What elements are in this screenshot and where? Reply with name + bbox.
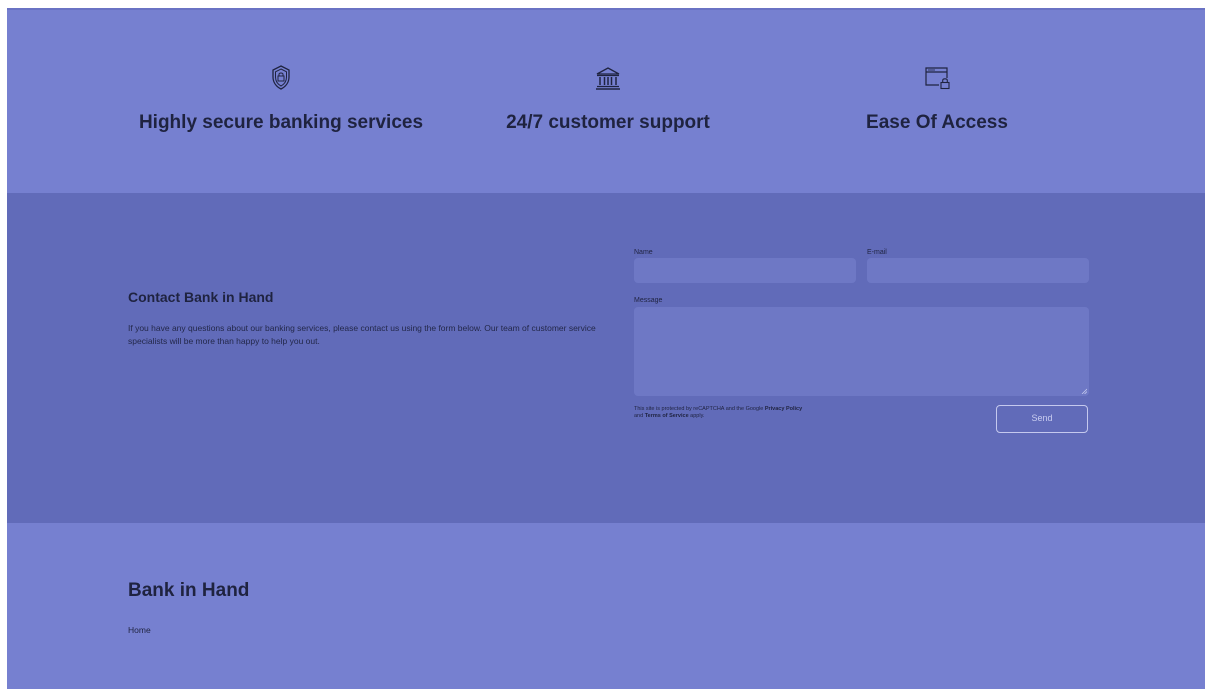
notice-text: apply. — [688, 413, 705, 419]
footer-brand: Bank in Hand — [128, 580, 250, 601]
message-field[interactable] — [634, 307, 1089, 396]
footer: Bank in Hand Home — [7, 523, 1205, 689]
notice-text: and — [634, 413, 645, 419]
message-label: Message — [634, 297, 663, 304]
name-label: Name — [634, 249, 653, 256]
footer-link-home[interactable]: Home — [128, 625, 151, 635]
bank-building-icon — [596, 67, 620, 90]
feature-title: Highly secure banking services — [138, 112, 424, 133]
feature-title: 24/7 customer support — [506, 112, 710, 133]
privacy-policy-link[interactable]: Privacy Policy — [765, 406, 802, 412]
email-field[interactable] — [867, 258, 1089, 283]
contact-section: Contact Bank in Hand If you have any que… — [7, 193, 1205, 523]
browser-lock-icon — [925, 67, 950, 90]
send-button[interactable]: Send — [996, 405, 1088, 433]
contact-heading: Contact Bank in Hand — [128, 289, 274, 305]
features-section: Highly secure banking services 24/7 cust… — [7, 8, 1205, 193]
page-frame: Highly secure banking services 24/7 cust… — [7, 8, 1205, 689]
notice-text: This site is protected by reCAPTCHA and … — [634, 406, 765, 412]
contact-description: If you have any questions about our bank… — [128, 323, 596, 346]
feature-secure: Highly secure banking services — [128, 64, 434, 134]
shield-lock-icon — [272, 65, 290, 90]
feature-access: Ease Of Access — [863, 64, 1011, 134]
name-field[interactable] — [634, 258, 856, 283]
feature-title: Ease Of Access — [866, 112, 1008, 133]
resize-handle-icon[interactable] — [1081, 388, 1087, 394]
terms-of-service-link[interactable]: Terms of Service — [645, 413, 689, 419]
recaptcha-notice: This site is protected by reCAPTCHA and … — [634, 406, 914, 420]
feature-support: 24/7 customer support — [495, 64, 721, 134]
email-label: E-mail — [867, 249, 887, 256]
